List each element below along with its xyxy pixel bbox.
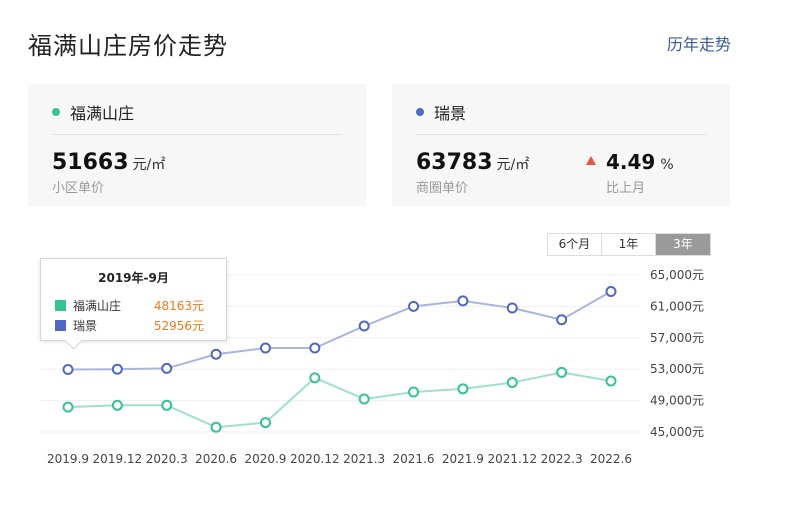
data-point — [62, 401, 74, 413]
x-tick-label: 2021.6 — [393, 452, 435, 466]
x-tick-label: 2020.9 — [244, 452, 286, 466]
data-point — [358, 393, 370, 405]
data-point — [309, 342, 321, 354]
data-point — [506, 377, 518, 389]
y-tick-label: 57,000元 — [650, 331, 704, 345]
tooltip-swatch-community — [55, 299, 66, 311]
data-point — [210, 348, 222, 360]
tab-1-year[interactable]: 1年 — [602, 234, 656, 255]
x-tick-label: 2021.9 — [442, 452, 484, 466]
tooltip-row-community: 福满山庄 48163元 — [55, 297, 204, 313]
tooltip-name-community: 福满山庄 — [73, 298, 122, 313]
data-point — [259, 342, 271, 354]
tooltip-name-district: 瑞景 — [73, 318, 98, 333]
y-tick-label: 45,000元 — [650, 425, 704, 439]
data-point — [358, 320, 370, 332]
x-tick-label: 2020.12 — [290, 452, 340, 466]
tooltip-value-community: 48163元 — [153, 298, 204, 313]
data-point — [408, 386, 420, 398]
data-point — [556, 366, 568, 378]
data-point — [62, 364, 74, 376]
x-tick-label: 2019.9 — [47, 452, 89, 466]
series-line-1 — [67, 371, 612, 429]
tooltip-title: 2019年-9月 — [98, 271, 169, 285]
data-point — [605, 375, 617, 387]
chart-tooltip: 2019年-9月 福满山庄 48163元 瑞景 52956元 — [40, 258, 227, 341]
x-tick-label: 2020.3 — [146, 452, 188, 466]
x-tick-label: 2022.3 — [541, 452, 583, 466]
y-tick-label: 53,000元 — [650, 362, 704, 376]
data-point — [259, 417, 271, 429]
y-tick-label: 61,000元 — [650, 299, 704, 313]
data-point — [408, 300, 420, 312]
data-point — [605, 285, 617, 297]
data-point — [309, 372, 321, 384]
tooltip-value-district: 52956元 — [153, 318, 204, 333]
data-point — [457, 383, 469, 395]
tab-3-years[interactable]: 3年 — [656, 234, 710, 255]
x-tick-label: 2021.3 — [343, 452, 385, 466]
data-point — [111, 399, 123, 411]
data-point — [161, 399, 173, 411]
y-tick-label: 65,000元 — [650, 268, 704, 282]
x-tick-label: 2022.6 — [590, 452, 632, 466]
x-tick-label: 2019.12 — [93, 452, 143, 466]
tooltip-row-district: 瑞景 52956元 — [55, 317, 204, 333]
data-point — [556, 314, 568, 326]
y-tick-label: 49,000元 — [650, 394, 704, 408]
tab-6-months[interactable]: 6个月 — [548, 234, 602, 255]
data-point — [161, 362, 173, 374]
tooltip-swatch-district — [55, 319, 66, 331]
data-point — [111, 363, 123, 375]
data-point — [506, 302, 518, 314]
range-tabs: 6个月 1年 3年 — [547, 233, 711, 256]
data-point — [210, 421, 222, 433]
data-point — [457, 295, 469, 307]
x-tick-label: 2021.12 — [487, 452, 537, 466]
x-tick-label: 2020.6 — [195, 452, 237, 466]
